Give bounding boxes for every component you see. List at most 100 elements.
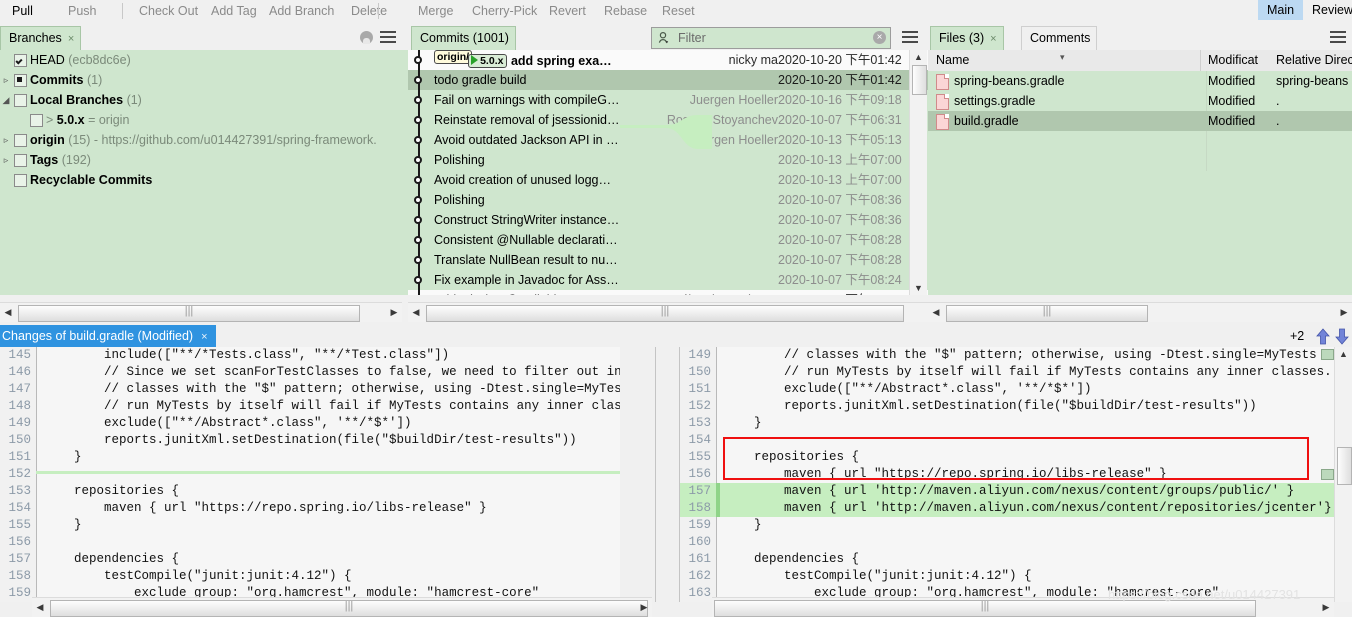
scrollbar-thumb[interactable] <box>18 305 360 322</box>
scroll-left-arrow[interactable]: ◀ <box>929 305 943 320</box>
tree-row-origin[interactable]: ▹ origin (15) - https://github.com/u0144… <box>0 130 408 150</box>
checkbox[interactable] <box>14 74 27 87</box>
diff-line: 151 exclude(["**/Abstract*.class", '**/*… <box>688 382 1092 396</box>
commit-graph-node <box>408 210 430 230</box>
commit-graph-node <box>408 130 430 150</box>
tab-changes-label: Changes of build.gradle (Modified) <box>2 329 194 343</box>
table-row[interactable]: settings.gradle Modified . <box>928 91 1352 111</box>
toolbar-button-merge[interactable]: Merge <box>412 0 459 22</box>
scroll-right-arrow[interactable]: ▶ <box>387 305 401 320</box>
tab-commits[interactable]: Commits (1001) <box>411 26 516 51</box>
hamburger-icon[interactable] <box>380 31 396 43</box>
scroll-up-arrow[interactable]: ▲ <box>913 51 924 63</box>
chevron-right-icon[interactable]: ▹ <box>0 130 12 150</box>
checkbox[interactable] <box>14 54 27 67</box>
commit-graph-node <box>408 290 430 295</box>
toolbar-button-cherry-pick[interactable]: Cherry-Pick <box>466 0 543 22</box>
scroll-left-arrow[interactable]: ◀ <box>409 305 423 320</box>
column-divider[interactable] <box>1200 50 1201 71</box>
clear-filter-icon[interactable]: × <box>873 31 886 44</box>
chevron-right-icon[interactable]: ▹ <box>0 150 12 170</box>
scroll-down-arrow[interactable]: ▼ <box>913 282 924 294</box>
tab-branches[interactable]: Branches × <box>0 26 82 51</box>
commit-author: Sébastien Deleuze <box>673 290 778 295</box>
tab-changes-of-file[interactable]: Changes of build.gradle (Modified) × <box>0 325 216 347</box>
diff-left-horizontal-scrollbar[interactable]: ◀ ▶ <box>32 597 652 617</box>
scrollbar-thumb[interactable] <box>426 305 904 322</box>
diff-line: 151 } <box>8 450 82 464</box>
tree-row-head[interactable]: HEAD (ecb8dc6e) <box>0 50 408 70</box>
tree-row-tags[interactable]: ▹ Tags (192) <box>0 150 408 170</box>
table-row[interactable]: Fix example in Javadoc for Ass… 2020-10-… <box>408 270 928 290</box>
column-header-modification[interactable]: Modificat <box>1208 50 1258 71</box>
mode-tab-review[interactable]: Review <box>1303 0 1352 20</box>
hamburger-icon[interactable] <box>1330 31 1346 43</box>
scroll-left-arrow[interactable]: ◀ <box>1 305 15 320</box>
checkbox[interactable] <box>14 174 27 187</box>
tab-files[interactable]: Files (3) × <box>930 26 1004 51</box>
chevron-down-icon[interactable]: ◢ <box>0 90 12 110</box>
arrow-down-icon[interactable] <box>1334 328 1350 345</box>
commit-date: 2020-09-25 下午08:22 <box>778 290 910 295</box>
hamburger-icon[interactable] <box>902 31 918 43</box>
files-horizontal-scrollbar[interactable]: ◀ ▶ <box>928 302 1352 322</box>
tree-row-recyclable-commits[interactable]: Recyclable Commits <box>0 170 408 190</box>
checkbox[interactable] <box>30 114 43 127</box>
commit-graph-node <box>408 270 430 290</box>
tab-comments-label: Comments <box>1030 31 1091 45</box>
diff-vertical-scrollbar[interactable]: ▲ <box>1334 347 1352 602</box>
scroll-left-arrow[interactable]: ◀ <box>33 600 47 615</box>
diff-header: Changes of build.gradle (Modified) × +2 <box>0 325 1352 347</box>
toolbar-button-push[interactable]: Push <box>62 0 103 22</box>
diff-line: 156 <box>8 535 31 549</box>
scrollbar-thumb[interactable] <box>714 600 1256 617</box>
tree-row-local-branches[interactable]: ◢ Local Branches (1) <box>0 90 408 110</box>
diff-splitter-left[interactable] <box>655 347 656 602</box>
diff-line: 153 repositories { <box>8 484 180 498</box>
commits-vertical-scrollbar[interactable]: ▲ ▼ <box>909 50 927 295</box>
scrollbar-thumb[interactable] <box>946 305 1148 322</box>
column-header-relative-directory[interactable]: Relative Directo <box>1276 50 1352 71</box>
tab-branches-close[interactable]: × <box>68 33 74 45</box>
arrow-up-icon[interactable] <box>1315 328 1331 345</box>
scrollbar-thumb[interactable] <box>912 65 927 95</box>
scroll-right-arrow[interactable]: ▶ <box>1319 600 1333 615</box>
diff-line: 149 exclude(["**/Abstract*.class", '**/*… <box>8 416 412 430</box>
toolbar-button-pull[interactable]: Pull <box>6 0 39 22</box>
checkbox[interactable] <box>14 94 27 107</box>
diff-line: 152 reports.junitXml.setDestination(file… <box>688 399 1257 413</box>
chevron-right-icon[interactable]: ▹ <box>0 70 12 90</box>
checkbox[interactable] <box>14 154 27 167</box>
scrollbar-thumb[interactable] <box>1337 447 1352 485</box>
commit-message: Avoid outdated Jackson API in … <box>434 133 619 147</box>
tree-row-commits[interactable]: ▹ Commits (1) <box>0 70 408 90</box>
branches-tree[interactable]: HEAD (ecb8dc6e) ▹ Commits (1) ◢ Local Br… <box>0 50 408 295</box>
toolbar-button-revert[interactable]: Revert <box>543 0 592 22</box>
diff-pane-left[interactable]: 145 include(["**/*Tests.class", "**/*Tes… <box>0 347 620 602</box>
tree-row-branch-50x[interactable]: > 5.0.x = origin <box>0 110 408 130</box>
scroll-right-arrow[interactable]: ▶ <box>637 600 651 615</box>
table-row[interactable]: build.gradle Modified . <box>928 111 1352 131</box>
toolbar-button-check-out[interactable]: Check Out <box>133 0 204 22</box>
toolbar-button-delete[interactable]: Delete <box>345 0 393 22</box>
column-header-name[interactable]: Name <box>936 50 969 71</box>
branches-horizontal-scrollbar[interactable]: ◀ ▶ <box>0 302 402 322</box>
tab-files-close[interactable]: × <box>990 33 996 45</box>
scrollbar-thumb[interactable] <box>50 600 648 617</box>
tab-changes-close[interactable]: × <box>201 331 207 343</box>
diff-line: 149 // classes with the "$" pattern; oth… <box>688 348 1335 362</box>
toolbar-button-add-branch[interactable]: Add Branch <box>263 0 340 22</box>
mode-tab-main[interactable]: Main <box>1258 0 1304 20</box>
tab-comments[interactable]: Comments <box>1021 26 1098 51</box>
scroll-right-arrow[interactable]: ▶ <box>1337 305 1351 320</box>
files-table-body[interactable]: spring-beans.gradle Modified spring-bean… <box>928 71 1352 295</box>
tab-files-label: Files (3) <box>939 31 985 45</box>
diff-line: 158 testCompile("junit:junit:4.12") { <box>8 569 352 583</box>
checkbox[interactable] <box>14 134 27 147</box>
file-modification: Modified <box>1208 94 1256 108</box>
commits-horizontal-scrollbar[interactable]: ◀ <box>408 302 928 322</box>
scroll-up-arrow[interactable]: ▲ <box>1338 348 1349 360</box>
toolbar-button-add-tag[interactable]: Add Tag <box>205 0 263 22</box>
table-row[interactable]: Add missing @Nullable to We… Sébastien D… <box>408 290 928 295</box>
table-row[interactable]: spring-beans.gradle Modified spring-bean… <box>928 71 1352 91</box>
